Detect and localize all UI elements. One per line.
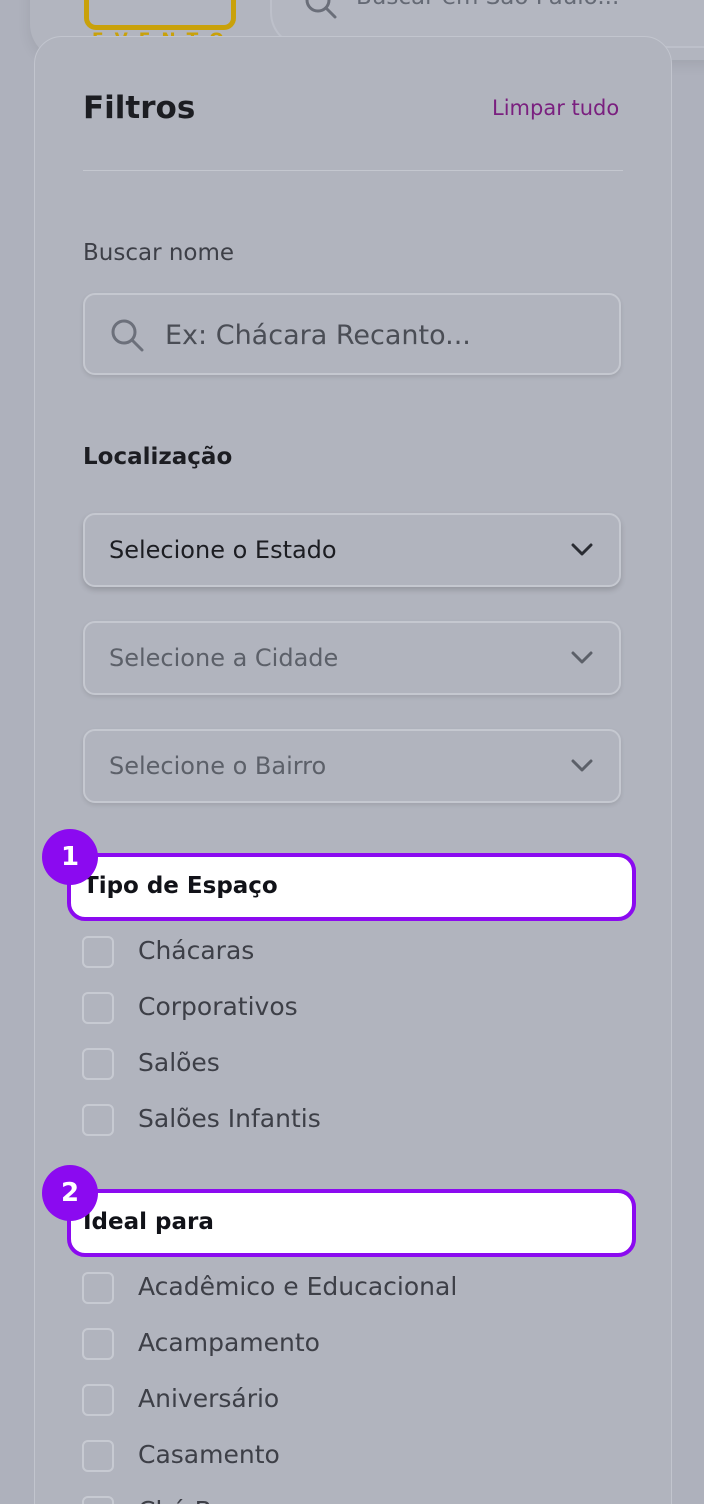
- name-search-label: Buscar nome: [83, 240, 235, 266]
- ideal-for-option-aniversario[interactable]: Aniversário: [82, 1383, 642, 1417]
- ideal-for-option-cha-bar[interactable]: Chá Bar: [82, 1495, 642, 1504]
- checkbox[interactable]: [82, 1496, 114, 1504]
- city-select[interactable]: Selecione a Cidade: [83, 621, 621, 695]
- city-select-value: Selecione a Cidade: [109, 644, 339, 672]
- ideal-for-option-casamento[interactable]: Casamento: [82, 1439, 642, 1473]
- option-label: Chácaras: [138, 936, 255, 965]
- space-type-option-saloes-infantis[interactable]: Salões Infantis: [82, 1103, 642, 1137]
- option-label: Acadêmico e Educacional: [138, 1272, 458, 1301]
- ideal-for-option-academico[interactable]: Acadêmico e Educacional: [82, 1271, 642, 1305]
- space-type-option-corporativos[interactable]: Corporativos: [82, 991, 642, 1025]
- checkbox[interactable]: [82, 1272, 114, 1304]
- neighborhood-select[interactable]: Selecione o Bairro: [83, 729, 621, 803]
- chevron-down-icon: [571, 651, 593, 664]
- checkbox[interactable]: [82, 1104, 114, 1136]
- location-label: Localização: [83, 444, 233, 470]
- chevron-down-icon: [571, 759, 593, 772]
- checkbox[interactable]: [82, 1384, 114, 1416]
- space-type-heading: Tipo de Espaço: [67, 853, 636, 921]
- ideal-for-heading: Ideal para: [67, 1189, 636, 1257]
- clear-all-link[interactable]: Limpar tudo: [492, 96, 619, 120]
- state-select-value: Selecione o Estado: [109, 536, 337, 564]
- step-badge-2: 2: [42, 1165, 98, 1221]
- filters-title: Filtros: [83, 90, 196, 126]
- ideal-for-label: Ideal para: [83, 1209, 214, 1235]
- chevron-down-icon: [571, 543, 593, 556]
- space-type-label: Tipo de Espaço: [83, 873, 278, 899]
- option-label: Aniversário: [138, 1384, 280, 1413]
- space-type-option-saloes[interactable]: Salões: [82, 1047, 642, 1081]
- step-badge-1: 1: [42, 829, 98, 885]
- checkbox[interactable]: [82, 1440, 114, 1472]
- option-label: Casamento: [138, 1440, 280, 1469]
- logo-mark[interactable]: [84, 0, 236, 30]
- option-label: Acampamento: [138, 1328, 320, 1357]
- option-label: Salões: [138, 1048, 220, 1077]
- checkbox[interactable]: [82, 992, 114, 1024]
- search-icon: [305, 0, 337, 19]
- space-type-option-chacaras[interactable]: Chácaras: [82, 935, 642, 969]
- option-label: Chá Bar: [138, 1496, 237, 1504]
- option-label: Corporativos: [138, 992, 298, 1021]
- checkbox[interactable]: [82, 1328, 114, 1360]
- name-search-field[interactable]: [83, 293, 621, 375]
- name-search-input[interactable]: [165, 313, 605, 357]
- page: EVENTO Buscar em São Paulo... Filtros Li…: [0, 0, 704, 1504]
- option-label: Salões Infantis: [138, 1104, 321, 1133]
- search-icon: [111, 319, 144, 352]
- state-select[interactable]: Selecione o Estado: [83, 513, 621, 587]
- top-search-placeholder: Buscar em São Paulo...: [356, 0, 619, 10]
- neighborhood-select-value: Selecione o Bairro: [109, 752, 327, 780]
- divider: [83, 170, 623, 171]
- checkbox[interactable]: [82, 1048, 114, 1080]
- checkbox[interactable]: [82, 936, 114, 968]
- ideal-for-option-acampamento[interactable]: Acampamento: [82, 1327, 642, 1361]
